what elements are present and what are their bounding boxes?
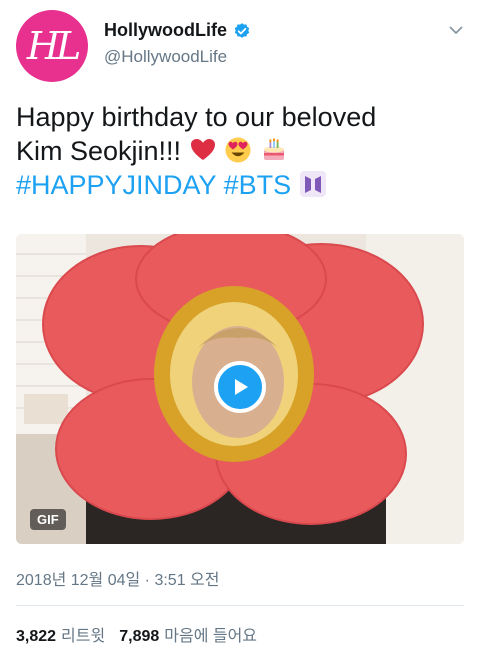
red-heart-icon bbox=[190, 139, 215, 160]
likes-label: 마음에 들어요 bbox=[164, 628, 258, 645]
retweets-stat[interactable]: 3,822 리트윗 bbox=[16, 622, 105, 646]
chevron-down-icon[interactable] bbox=[448, 22, 464, 38]
likes-count: 7,898 bbox=[119, 628, 160, 645]
media-gif[interactable]: GIF bbox=[16, 234, 464, 544]
name-row: HollywoodLife bbox=[104, 20, 251, 41]
heart-eyes-face-icon bbox=[225, 137, 251, 163]
likes-stat[interactable]: 7,898 마음에 들어요 bbox=[119, 622, 257, 646]
display-name[interactable]: HollywoodLife bbox=[104, 20, 227, 41]
handle[interactable]: @HollywoodLife bbox=[104, 47, 251, 67]
timestamp[interactable]: 2018년 12월 04일 · 3:51 오전 bbox=[16, 566, 219, 590]
play-button[interactable] bbox=[214, 361, 266, 413]
gif-badge: GIF bbox=[30, 509, 66, 530]
bts-logo-icon bbox=[299, 171, 326, 197]
divider bbox=[16, 605, 464, 606]
avatar-logo-text: HL bbox=[26, 24, 81, 68]
birthday-cake-icon bbox=[263, 138, 284, 160]
tweet-text-line1: Happy birthday to our beloved bbox=[16, 102, 377, 132]
account-info[interactable]: HollywoodLife @HollywoodLife bbox=[104, 20, 251, 67]
retweets-count: 3,822 bbox=[16, 628, 57, 645]
verified-badge-icon bbox=[234, 22, 250, 38]
tweet-text: Happy birthday to our beloved Kim Seokji… bbox=[16, 100, 466, 202]
avatar[interactable]: HL bbox=[16, 10, 88, 82]
hashtag-happyjinday[interactable]: #HAPPYJINDAY bbox=[16, 170, 216, 200]
hashtag-bts[interactable]: #BTS bbox=[224, 170, 292, 200]
play-icon bbox=[235, 379, 248, 395]
tweet-text-line2: Kim Seokjin!!! bbox=[16, 136, 182, 166]
retweets-label: 리트윗 bbox=[61, 628, 106, 645]
engagement-stats: 3,822 리트윗 7,898 마음에 들어요 bbox=[16, 622, 257, 646]
